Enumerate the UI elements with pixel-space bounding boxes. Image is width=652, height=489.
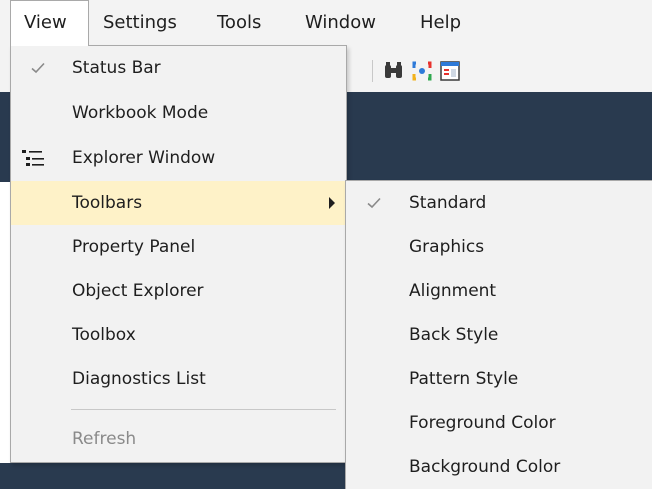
menu-item-label: Refresh (72, 429, 137, 449)
submenu-item-label: Alignment (409, 281, 497, 301)
menu-bar: View Settings Tools Window Help (0, 0, 652, 46)
menu-help[interactable]: Help (420, 0, 461, 46)
submenu-item-label: Back Style (409, 325, 499, 345)
toolbar-separator (372, 60, 373, 82)
menu-item-label: Workbook Mode (72, 103, 209, 123)
submenu-item-back-style[interactable]: Back Style (346, 313, 652, 357)
menu-item-toolbox[interactable]: Toolbox (11, 313, 346, 357)
circular-arrows-icon[interactable] (410, 59, 434, 83)
submenu-item-label: Pattern Style (409, 369, 519, 389)
menu-window[interactable]: Window (305, 0, 376, 46)
tree-list-icon (22, 150, 44, 166)
submenu-item-foreground-color[interactable]: Foreground Color (346, 401, 652, 445)
binoculars-icon[interactable] (382, 59, 406, 83)
menu-item-property-panel[interactable]: Property Panel (11, 225, 346, 269)
menu-settings[interactable]: Settings (103, 0, 177, 46)
menu-item-label: Property Panel (72, 237, 196, 257)
submenu-item-pattern-style[interactable]: Pattern Style (346, 357, 652, 401)
menu-tools[interactable]: Tools (217, 0, 261, 46)
submenu-item-label: Graphics (409, 237, 485, 257)
submenu-item-graphics[interactable]: Graphics (346, 225, 652, 269)
menu-item-label: Toolbox (72, 325, 136, 345)
view-menu-dropdown: Status Bar Workbook Mode Explorer Window… (10, 45, 347, 463)
submenu-item-alignment[interactable]: Alignment (346, 269, 652, 313)
submenu-item-label: Background Color (409, 457, 561, 477)
menu-item-workbook-mode[interactable]: Workbook Mode (11, 91, 346, 135)
menu-separator (71, 409, 336, 410)
submenu-arrow-icon (329, 197, 335, 209)
submenu-item-standard[interactable]: Standard (346, 181, 652, 225)
menu-item-label: Toolbars (72, 193, 143, 213)
menu-item-label: Diagnostics List (72, 369, 206, 389)
menu-view[interactable]: View (10, 0, 89, 46)
menu-item-object-explorer[interactable]: Object Explorer (11, 269, 346, 313)
menu-item-refresh: Refresh (11, 417, 346, 461)
submenu-item-label: Foreground Color (409, 413, 556, 433)
menu-item-diagnostics-list[interactable]: Diagnostics List (11, 357, 346, 401)
menu-item-status-bar[interactable]: Status Bar (11, 46, 346, 90)
menu-item-toolbars[interactable]: Toolbars (11, 181, 346, 225)
menu-item-label: Explorer Window (72, 148, 216, 168)
toolbars-submenu: Standard Graphics Alignment Back Style P… (345, 180, 652, 489)
checkmark-icon (31, 62, 45, 74)
submenu-item-label: Standard (409, 193, 487, 213)
submenu-item-background-color[interactable]: Background Color (346, 445, 652, 489)
menu-item-label: Status Bar (72, 58, 161, 78)
menu-item-explorer-window[interactable]: Explorer Window (11, 136, 346, 180)
window-panel-icon[interactable] (438, 59, 462, 83)
menu-item-label: Object Explorer (72, 281, 204, 301)
checkmark-icon (367, 197, 381, 209)
